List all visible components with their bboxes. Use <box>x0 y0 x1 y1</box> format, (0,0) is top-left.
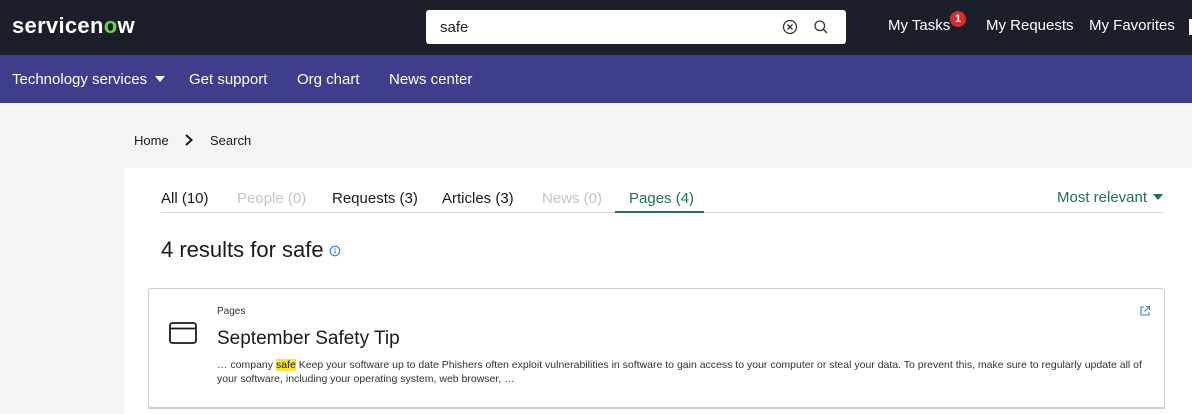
result-item[interactable]: Pages September Safety Tip … company saf… <box>148 288 1165 408</box>
nav-news-center[interactable]: News center <box>389 71 472 88</box>
browser-window-icon <box>169 322 197 344</box>
servicenow-logo[interactable]: servicenow <box>12 13 135 39</box>
tab-news[interactable]: News (0) <box>542 190 602 207</box>
tab-pages[interactable]: Pages (4) <box>629 190 694 207</box>
tasks-count-badge: 1 <box>950 11 966 27</box>
logo-ring: o <box>103 13 118 38</box>
search-icon[interactable] <box>813 19 829 35</box>
nav-technology-services[interactable]: Technology services <box>12 71 166 88</box>
tab-articles[interactable]: Articles (3) <box>442 190 514 207</box>
sort-label: Most relevant <box>1057 189 1148 206</box>
info-icon[interactable] <box>329 245 341 257</box>
sort-dropdown[interactable]: Most relevant <box>1057 189 1164 206</box>
clear-circle-x-icon[interactable] <box>782 19 798 35</box>
result-snippet: … company safe Keep your software up to … <box>217 359 1147 386</box>
search-results-card: All (10) People (0) Requests (3) Article… <box>124 168 1192 414</box>
my-requests-link[interactable]: My Requests <box>986 17 1074 34</box>
caret-down-icon <box>1153 194 1164 200</box>
result-title-link[interactable]: September Safety Tip <box>217 328 400 350</box>
nav-org-chart[interactable]: Org chart <box>297 71 360 88</box>
tab-all[interactable]: All (10) <box>161 190 209 207</box>
top-bar: servicenow My Tasks 1 My Requests My Fav… <box>0 0 1192 55</box>
my-tasks-link[interactable]: My Tasks <box>888 17 950 34</box>
result-type-label: Pages <box>217 306 246 317</box>
active-tab-indicator <box>615 211 704 213</box>
logo-text-start: servicen <box>12 13 104 38</box>
tab-requests[interactable]: Requests (3) <box>332 190 418 207</box>
external-link-icon[interactable] <box>1139 305 1151 317</box>
next-result-edge <box>148 407 1165 414</box>
snippet-text-before: … company <box>217 359 276 371</box>
caret-down-icon <box>155 76 166 82</box>
snippet-highlight: safe <box>275 359 296 371</box>
main-navbar: Technology services Get support Org char… <box>0 55 1192 103</box>
search-box <box>426 10 846 44</box>
results-heading: 4 results for safe <box>161 237 324 262</box>
logo-text-end: w <box>117 13 135 38</box>
breadcrumb-home[interactable]: Home <box>134 133 169 148</box>
search-input[interactable] <box>436 10 766 44</box>
chevron-right-icon <box>185 134 193 146</box>
breadcrumb-current: Search <box>210 133 252 148</box>
nav-get-support[interactable]: Get support <box>189 71 267 88</box>
nav-technology-services-label: Technology services <box>12 71 148 88</box>
my-favorites-link[interactable]: My Favorites <box>1089 17 1175 34</box>
snippet-text-after: Keep your software up to date Phishers o… <box>217 359 1142 385</box>
tab-people[interactable]: People (0) <box>237 190 306 207</box>
